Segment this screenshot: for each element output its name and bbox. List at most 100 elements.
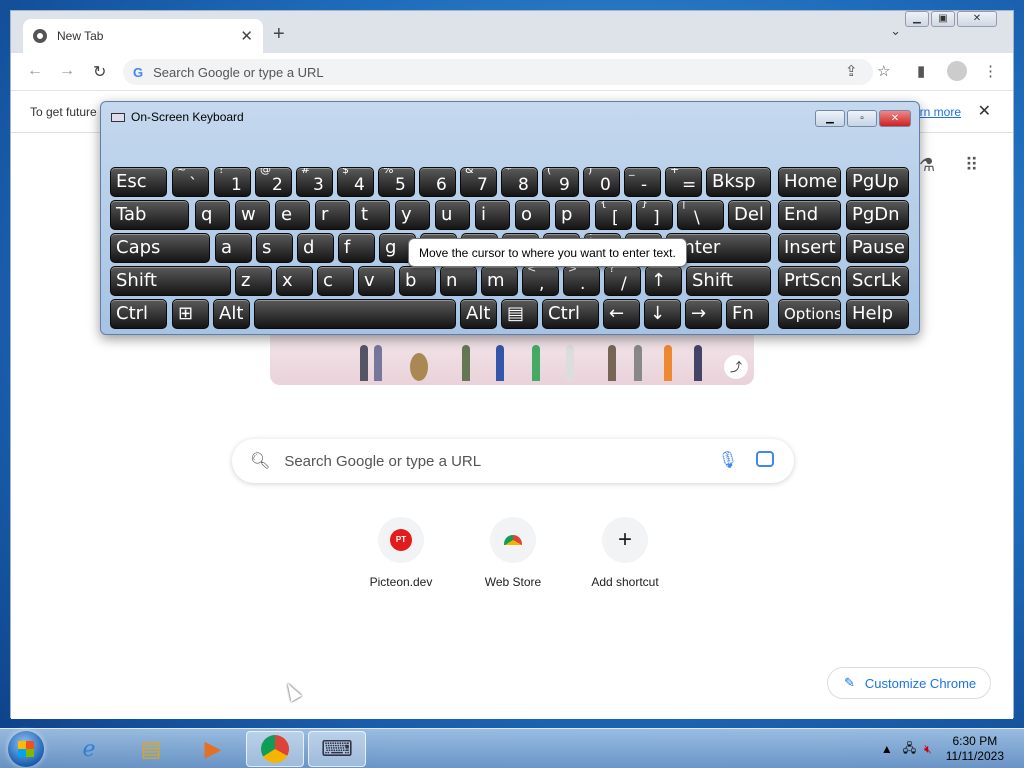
- key-alt[interactable]: Alt: [213, 299, 250, 329]
- lens-camera-icon[interactable]: [756, 451, 774, 467]
- key-x[interactable]: x: [276, 266, 313, 296]
- key-fn[interactable]: Fn: [726, 299, 769, 329]
- key-3[interactable]: #3: [296, 167, 333, 197]
- key-bksp[interactable]: Bksp: [706, 167, 771, 197]
- media-player-icon[interactable]: ▶: [184, 731, 242, 767]
- share-page-icon[interactable]: ⇪: [845, 62, 858, 80]
- menu-icon[interactable]: ⋮: [983, 62, 998, 80]
- key-ctrl[interactable]: Ctrl: [542, 299, 599, 329]
- key-d[interactable]: d: [297, 233, 334, 263]
- tab-new-tab[interactable]: New Tab ✕: [23, 19, 263, 53]
- key-m[interactable]: m: [481, 266, 518, 296]
- key-5[interactable]: % 5: [378, 167, 415, 197]
- apps-grid-icon[interactable]: ⠿: [965, 155, 978, 176]
- osk-minimize-button[interactable]: ▁: [815, 110, 845, 127]
- volume-muted-icon[interactable]: 🔇︎: [924, 742, 932, 757]
- add-shortcut-tile[interactable]: + Add shortcut: [575, 517, 675, 589]
- key-u[interactable]: u: [435, 200, 470, 230]
- ntp-search-box[interactable]: 🔍︎ Search Google or type a URL 🎙︎: [232, 439, 794, 483]
- key-home[interactable]: Home: [778, 167, 841, 197]
- key-help[interactable]: Help: [846, 299, 909, 329]
- side-panel-icon[interactable]: ▮: [917, 62, 925, 80]
- key-symbol[interactable]: >.: [563, 266, 600, 296]
- key-ctrl[interactable]: Ctrl: [110, 299, 167, 329]
- key-alt[interactable]: Alt: [460, 299, 497, 329]
- key-pgup[interactable]: PgUp: [846, 167, 909, 197]
- key-p[interactable]: p: [555, 200, 590, 230]
- tab-close-icon[interactable]: ✕: [240, 27, 253, 45]
- key-symbol[interactable]: ? /: [604, 266, 641, 296]
- key-symbol[interactable]: ↑: [645, 266, 682, 296]
- key-n[interactable]: n: [440, 266, 477, 296]
- start-button[interactable]: [8, 731, 44, 767]
- key-f[interactable]: f: [338, 233, 375, 263]
- close-window-button[interactable]: ✕: [957, 11, 997, 27]
- key-scrlk[interactable]: ScrLk: [846, 266, 909, 296]
- key-esc[interactable]: Esc: [110, 167, 167, 197]
- key-v[interactable]: v: [358, 266, 395, 296]
- key-caps[interactable]: Caps: [110, 233, 210, 263]
- tab-search-icon[interactable]: ⌄: [890, 23, 901, 39]
- key-a[interactable]: a: [215, 233, 252, 263]
- key-pgdn[interactable]: PgDn: [846, 200, 909, 230]
- key-symbol[interactable]: {[: [595, 200, 632, 230]
- key-r[interactable]: r: [315, 200, 350, 230]
- key-tab[interactable]: Tab: [110, 200, 189, 230]
- osk-restore-button[interactable]: ▫: [847, 110, 877, 127]
- key-symbol[interactable]: ⊞: [172, 299, 209, 329]
- key-c[interactable]: c: [317, 266, 354, 296]
- key-s[interactable]: s: [256, 233, 293, 263]
- file-explorer-icon[interactable]: ▤: [122, 731, 180, 767]
- bookmark-star-icon[interactable]: ☆: [877, 62, 890, 80]
- key-pause[interactable]: Pause: [846, 233, 909, 263]
- profile-avatar[interactable]: [947, 61, 967, 81]
- key-t[interactable]: t: [355, 200, 390, 230]
- key-shift[interactable]: Shift: [686, 266, 771, 296]
- key-symbol[interactable]: _ -: [624, 167, 661, 197]
- key-o[interactable]: o: [515, 200, 550, 230]
- back-icon[interactable]: ←: [27, 62, 43, 80]
- key-del[interactable]: Del: [728, 200, 771, 230]
- key-space[interactable]: [254, 299, 456, 329]
- key-symbol[interactable]: | \: [677, 200, 724, 230]
- key-8[interactable]: * 8: [501, 167, 538, 197]
- network-icon[interactable]: 🖧︎: [903, 739, 916, 760]
- key-6[interactable]: ^ 6: [419, 167, 456, 197]
- reload-icon[interactable]: ↻: [93, 62, 106, 82]
- key-prtscn[interactable]: PrtScn: [778, 266, 841, 296]
- internet-explorer-icon[interactable]: ℯ: [60, 731, 118, 767]
- new-tab-button[interactable]: +: [273, 23, 285, 46]
- osk-taskbar-icon[interactable]: ⌨: [308, 731, 366, 767]
- key-options[interactable]: Options: [778, 299, 841, 329]
- key-z[interactable]: z: [235, 266, 272, 296]
- key-symbol[interactable]: ↓: [644, 299, 681, 329]
- shortcut-tile[interactable]: PT Picteon.dev: [351, 517, 451, 589]
- learn-more-link[interactable]: rn more: [920, 91, 961, 133]
- key-symbol[interactable]: }]: [636, 200, 673, 230]
- chrome-taskbar-icon[interactable]: [246, 731, 304, 767]
- forward-icon[interactable]: →: [59, 62, 75, 80]
- key-end[interactable]: End: [778, 200, 841, 230]
- osk-title-bar[interactable]: On-Screen Keyboard: [111, 110, 244, 124]
- google-doodle[interactable]: ⤴: [270, 333, 754, 385]
- show-hidden-icons[interactable]: ▲: [881, 742, 893, 756]
- key-symbol[interactable]: ←: [603, 299, 640, 329]
- key-q[interactable]: q: [195, 200, 230, 230]
- omnibox[interactable]: G Search Google or type a URL: [123, 59, 873, 85]
- key-7[interactable]: & 7: [460, 167, 497, 197]
- key-2[interactable]: @2: [255, 167, 292, 197]
- key-w[interactable]: w: [235, 200, 270, 230]
- clock[interactable]: 6:30 PM 11/11/2023: [946, 734, 1004, 764]
- key-b[interactable]: b: [399, 266, 436, 296]
- shortcut-tile[interactable]: Web Store: [463, 517, 563, 589]
- maximize-button[interactable]: ▣: [931, 11, 955, 27]
- key-symbol[interactable]: ▤: [501, 299, 538, 329]
- key-symbol[interactable]: + =: [665, 167, 702, 197]
- voice-search-icon[interactable]: 🎙︎: [718, 450, 738, 470]
- key-e[interactable]: e: [275, 200, 310, 230]
- info-bar-close-icon[interactable]: ✕: [978, 91, 991, 133]
- key-shift[interactable]: Shift: [110, 266, 231, 296]
- key-9[interactable]: (9: [542, 167, 579, 197]
- key-1[interactable]: ! 1: [214, 167, 251, 197]
- customize-chrome-button[interactable]: ✎ Customize Chrome: [827, 667, 991, 699]
